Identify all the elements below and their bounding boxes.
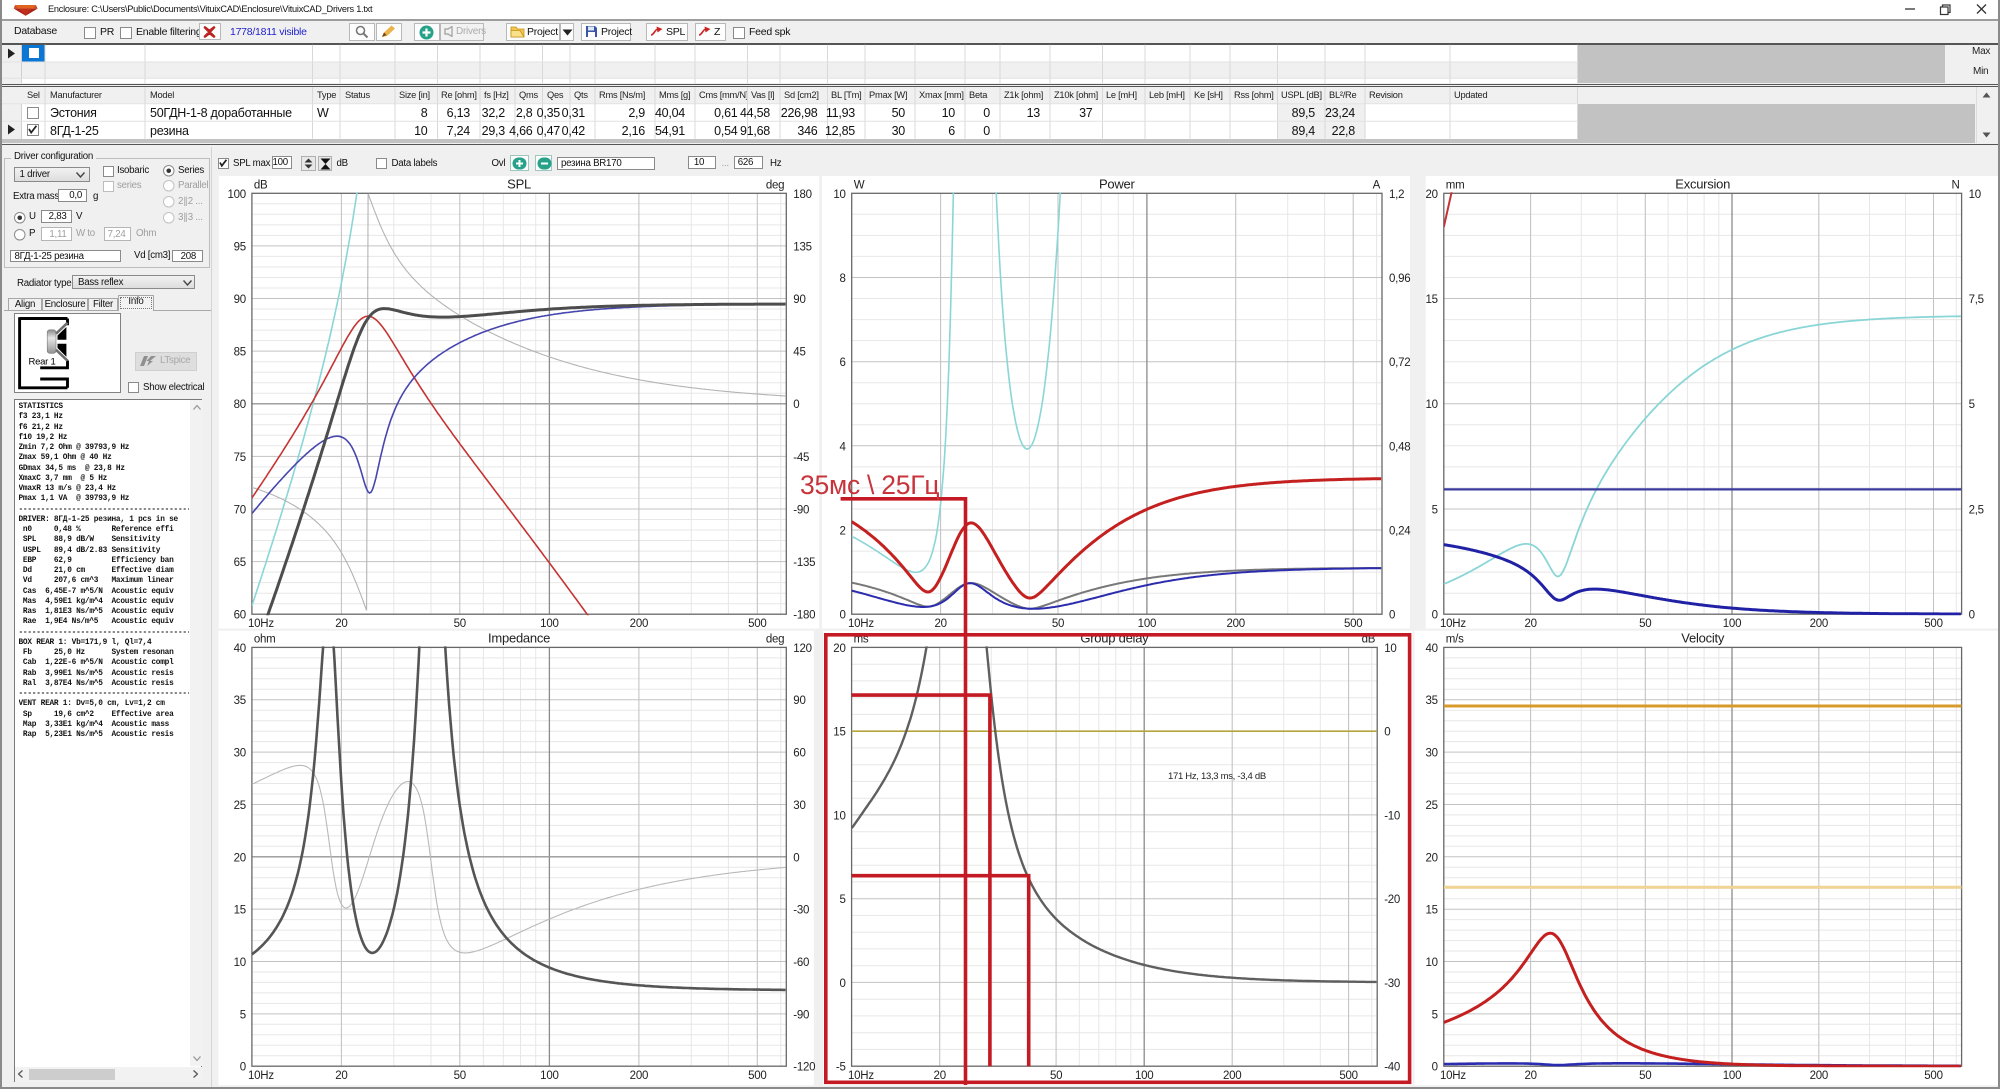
svg-text:Rear 1: Rear 1 (29, 356, 56, 367)
